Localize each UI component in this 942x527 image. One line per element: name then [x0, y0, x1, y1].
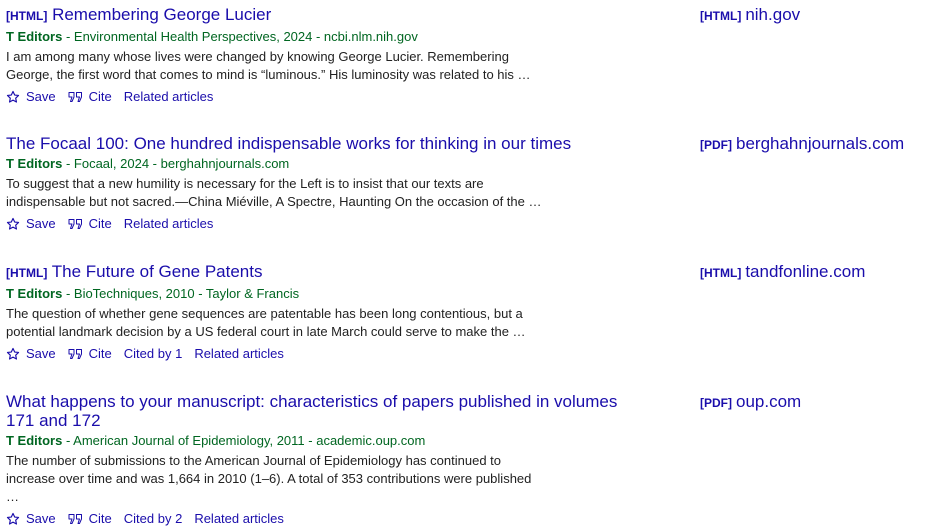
- result-main: [HTML] The Future of Gene Patents T Edit…: [6, 262, 646, 362]
- result-snippet: The question of whether gene sequences a…: [6, 306, 526, 339]
- source-type-tag: [HTML]: [700, 9, 742, 23]
- cite-label: Cite: [88, 511, 112, 526]
- source-type-tag: [HTML]: [700, 266, 742, 280]
- result-venue: - Environmental Health Perspectives, 202…: [62, 29, 418, 44]
- result-actions: Save Cite Cited by 1 Related articles: [6, 346, 646, 362]
- related-articles-link[interactable]: Related articles: [194, 511, 284, 527]
- cite-button[interactable]: Cite: [68, 511, 112, 527]
- result-title-link[interactable]: Remembering George Lucier: [52, 5, 271, 24]
- result-author[interactable]: T Editors: [6, 29, 62, 44]
- source-domain: nih.gov: [745, 5, 801, 24]
- result-author[interactable]: T Editors: [6, 433, 62, 448]
- star-outline-icon: [6, 347, 20, 361]
- result-actions: Save Cite Cited by 2 Related articles: [6, 511, 646, 527]
- save-label: Save: [26, 216, 56, 231]
- result-authors: T Editors - BioTechniques, 2010 - Taylor…: [6, 286, 646, 302]
- source-type-tag: [PDF]: [700, 396, 732, 410]
- result-title-link[interactable]: The Focaal 100: One hundred indispensabl…: [6, 134, 571, 153]
- result-main: What happens to your manuscript: charact…: [6, 392, 646, 527]
- cite-label: Cite: [88, 216, 112, 231]
- cited-by-link[interactable]: Cited by 1: [124, 346, 183, 362]
- result-actions: Save Cite Related articles: [6, 89, 646, 105]
- save-button[interactable]: Save: [6, 216, 56, 232]
- result-venue: - BioTechniques, 2010 - Taylor & Francis: [62, 286, 300, 301]
- result-type-tag: [HTML]: [6, 9, 48, 23]
- source-domain: berghahnjournals.com: [736, 134, 905, 153]
- search-result: [HTML] Remembering George Lucier T Edito…: [6, 5, 936, 105]
- cite-label: Cite: [88, 346, 112, 361]
- result-source-link[interactable]: [HTML] nih.gov: [700, 5, 800, 26]
- result-title-link[interactable]: What happens to your manuscript: charact…: [6, 392, 617, 430]
- related-articles-link[interactable]: Related articles: [124, 216, 214, 232]
- cite-button[interactable]: Cite: [68, 216, 112, 232]
- quote-icon: [68, 348, 83, 360]
- search-result: [HTML] The Future of Gene Patents T Edit…: [6, 262, 936, 362]
- save-button[interactable]: Save: [6, 346, 56, 362]
- save-label: Save: [26, 89, 56, 104]
- search-result: What happens to your manuscript: charact…: [6, 392, 936, 527]
- result-authors: T Editors - Environmental Health Perspec…: [6, 29, 646, 45]
- result-source-link[interactable]: [PDF] oup.com: [700, 392, 801, 413]
- save-button[interactable]: Save: [6, 511, 56, 527]
- related-articles-link[interactable]: Related articles: [124, 89, 214, 105]
- result-actions: Save Cite Related articles: [6, 216, 646, 232]
- result-main: The Focaal 100: One hundred indispensabl…: [6, 134, 646, 232]
- star-outline-icon: [6, 217, 20, 231]
- related-articles-link[interactable]: Related articles: [194, 346, 284, 362]
- cite-button[interactable]: Cite: [68, 346, 112, 362]
- save-label: Save: [26, 346, 56, 361]
- result-authors: T Editors - Focaal, 2024 - berghahnjourn…: [6, 156, 646, 172]
- save-button[interactable]: Save: [6, 89, 56, 105]
- result-venue: - American Journal of Epidemiology, 2011…: [62, 433, 426, 448]
- result-main: [HTML] Remembering George Lucier T Edito…: [6, 5, 646, 105]
- star-outline-icon: [6, 512, 20, 526]
- star-outline-icon: [6, 90, 20, 104]
- result-title-link[interactable]: The Future of Gene Patents: [52, 262, 263, 281]
- result-title-line: The Focaal 100: One hundred indispensabl…: [6, 134, 646, 153]
- result-venue: - Focaal, 2024 - berghahnjournals.com: [62, 156, 290, 171]
- cited-by-link[interactable]: Cited by 2: [124, 511, 183, 527]
- result-authors: T Editors - American Journal of Epidemio…: [6, 433, 646, 449]
- quote-icon: [68, 218, 83, 230]
- result-type-tag: [HTML]: [6, 266, 48, 280]
- cite-button[interactable]: Cite: [68, 89, 112, 105]
- cite-label: Cite: [88, 89, 112, 104]
- result-source-link[interactable]: [PDF] berghahnjournals.com: [700, 134, 904, 155]
- result-title-line: What happens to your manuscript: charact…: [6, 392, 626, 430]
- result-title-line: [HTML] Remembering George Lucier: [6, 5, 646, 26]
- quote-icon: [68, 91, 83, 103]
- source-type-tag: [PDF]: [700, 138, 732, 152]
- result-author[interactable]: T Editors: [6, 286, 62, 301]
- result-snippet: The number of submissions to the America…: [6, 453, 532, 504]
- save-label: Save: [26, 511, 56, 526]
- result-snippet: To suggest that a new humility is necess…: [6, 176, 542, 209]
- result-source-link[interactable]: [HTML] tandfonline.com: [700, 262, 865, 283]
- search-result: The Focaal 100: One hundred indispensabl…: [6, 134, 936, 232]
- source-domain: tandfonline.com: [745, 262, 866, 281]
- result-snippet: I am among many whose lives were changed…: [6, 49, 531, 82]
- result-author[interactable]: T Editors: [6, 156, 62, 171]
- source-domain: oup.com: [736, 392, 802, 411]
- result-title-line: [HTML] The Future of Gene Patents: [6, 262, 646, 283]
